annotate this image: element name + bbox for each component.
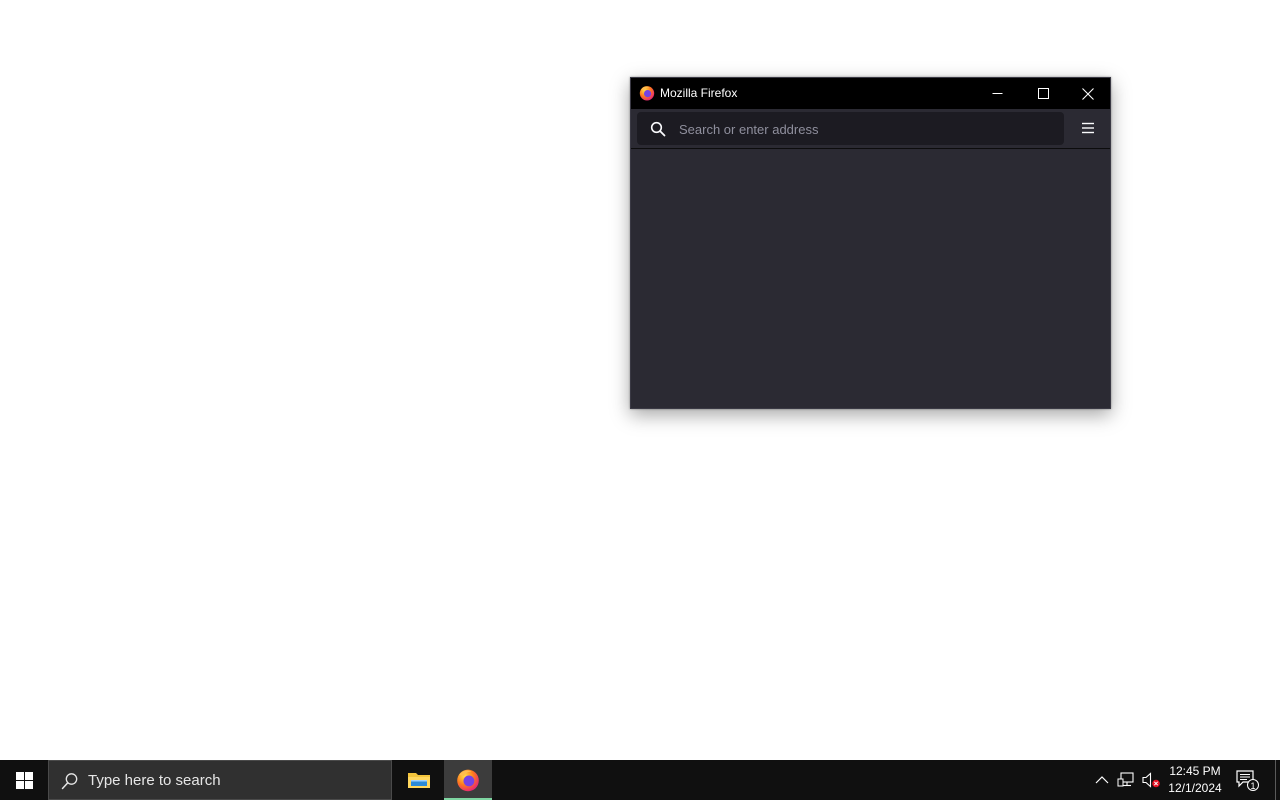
clock-date: 12/1/2024 — [1168, 781, 1222, 795]
action-center-button[interactable]: 1 — [1236, 770, 1260, 792]
folder-icon — [408, 773, 430, 788]
maximize-icon — [1037, 88, 1049, 99]
navigation-toolbar — [631, 109, 1110, 149]
title-bar[interactable]: Mozilla Firefox — [631, 78, 1110, 109]
taskbar-search-placeholder: Type here to search — [88, 772, 221, 789]
page-content-area[interactable] — [631, 149, 1110, 408]
taskbar-app-file-explorer[interactable] — [395, 760, 443, 800]
address-input[interactable] — [679, 118, 1049, 140]
firefox-logo-icon — [639, 86, 655, 101]
address-bar[interactable] — [637, 112, 1064, 145]
firefox-window: Mozilla Firefox — [630, 77, 1111, 409]
windows-logo-icon — [15, 771, 33, 789]
clock-time: 12:45 PM — [1169, 764, 1221, 778]
minimize-button[interactable] — [974, 78, 1020, 109]
search-icon — [61, 773, 78, 790]
maximize-button[interactable] — [1020, 78, 1066, 109]
taskbar-app-firefox[interactable] — [444, 760, 492, 800]
minimize-icon — [992, 93, 1002, 94]
close-icon — [1082, 87, 1094, 100]
taskbar: Type here to search 12:45 PM 12/1/2024 1 — [0, 760, 1280, 800]
hamburger-menu-icon — [1082, 122, 1094, 134]
show-desktop-button[interactable] — [1275, 760, 1280, 800]
app-menu-button[interactable] — [1074, 114, 1102, 142]
search-icon — [650, 121, 666, 137]
network-icon[interactable] — [1117, 771, 1135, 789]
taskbar-search-box[interactable]: Type here to search — [48, 760, 392, 800]
window-title: Mozilla Firefox — [660, 86, 738, 100]
close-button[interactable] — [1065, 78, 1111, 109]
notification-count-badge: 1 — [1247, 779, 1259, 791]
firefox-logo-icon — [457, 769, 479, 792]
system-clock[interactable]: 12:45 PM 12/1/2024 — [1163, 763, 1227, 797]
show-hidden-icons-chevron-up-icon[interactable] — [1094, 772, 1110, 788]
volume-muted-icon[interactable] — [1141, 771, 1161, 789]
start-button[interactable] — [0, 760, 48, 800]
